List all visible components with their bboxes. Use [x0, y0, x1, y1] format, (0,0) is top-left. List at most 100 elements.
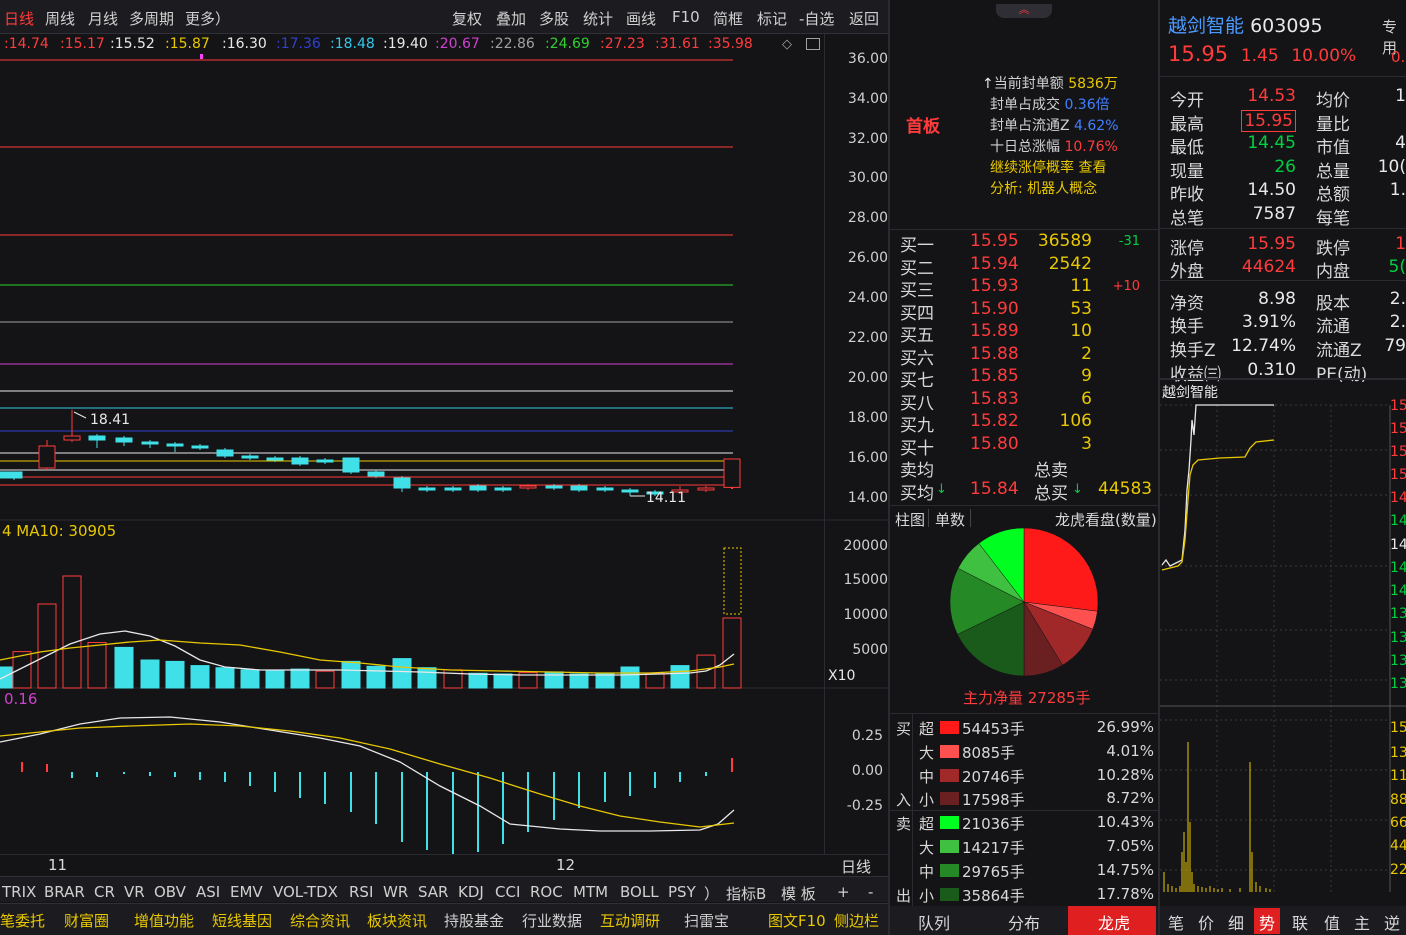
- tool-stats[interactable]: 统计: [583, 8, 613, 29]
- tool-draw[interactable]: 画线: [626, 8, 656, 29]
- indicator-tab[interactable]: OBV: [154, 883, 186, 901]
- tool-multi-stock[interactable]: 多股: [539, 8, 569, 29]
- tab-value[interactable]: 值: [1324, 910, 1340, 934]
- limit-info-row[interactable]: 继续涨停概率 查看: [982, 158, 1152, 179]
- tool-back[interactable]: 返回: [849, 8, 879, 29]
- tab-reverse[interactable]: 逆: [1384, 910, 1400, 934]
- tab-dragon[interactable]: 龙虎: [1098, 910, 1130, 934]
- bottom-tab[interactable]: 财富圈: [64, 910, 109, 931]
- tool-mark[interactable]: 标记: [757, 8, 787, 29]
- bottom-tab[interactable]: 增值功能: [134, 910, 194, 931]
- tab-multi-period[interactable]: 多周期: [129, 8, 174, 29]
- tab-dragon-tiger[interactable]: 龙虎看盘(数量): [1055, 509, 1157, 530]
- quote-row: 换手 3.91% 流通 2.: [1170, 312, 1406, 338]
- intraday-chart[interactable]: [1160, 380, 1406, 906]
- tab-detail[interactable]: 细: [1228, 910, 1244, 934]
- tool-watchlist[interactable]: -自选: [799, 8, 834, 29]
- main-force-pie[interactable]: [946, 528, 1102, 678]
- indicator-bar: TRIX BRAR CR VR OBV ASI EMV VOL-TDX RSI …: [0, 876, 888, 904]
- intraday-volume-tick: 13: [1390, 745, 1406, 761]
- volume-bar: [493, 673, 513, 689]
- indicator-tab[interactable]: VR: [124, 883, 145, 901]
- bottom-tab[interactable]: 板块资讯: [367, 910, 427, 931]
- tab-distribution[interactable]: 分布: [1008, 910, 1040, 934]
- indicator-tab[interactable]: CR: [94, 883, 115, 901]
- bottom-tab[interactable]: 综合资讯: [290, 910, 350, 931]
- intraday-volume-tick: 15: [1390, 720, 1406, 736]
- tab-trades[interactable]: 笔: [1168, 910, 1184, 934]
- indicator-tab[interactable]: PSY: [668, 883, 696, 901]
- tab-price[interactable]: 价: [1198, 910, 1214, 934]
- candle-body: [444, 487, 462, 491]
- fund-flow-row: 大 8085手 4.01%: [919, 741, 1154, 762]
- remove-button[interactable]: -: [868, 883, 873, 901]
- bid-level-row[interactable]: 买九 15.82 106: [900, 411, 1150, 436]
- candle-body: [291, 457, 309, 465]
- tool-simple-frame[interactable]: 简框: [713, 8, 743, 29]
- bottom-tab[interactable]: 笔委托: [0, 910, 45, 931]
- bid-level-row[interactable]: 买一 15.95 36589 -31: [900, 231, 1150, 256]
- bid-level-row[interactable]: 买十 15.80 3: [900, 434, 1150, 459]
- tab-trend[interactable]: 势: [1259, 910, 1275, 934]
- indicator-tab[interactable]: BOLL: [620, 883, 659, 901]
- volume-bar: [645, 672, 665, 689]
- main-force-net: 主力净量 27285手: [963, 689, 1091, 707]
- limit-info-row[interactable]: 分析: 机器人概念: [982, 179, 1152, 200]
- limit-info-row: 封单占流通Z 4.62%: [990, 118, 1119, 134]
- tool-adjust[interactable]: 复权: [452, 8, 482, 29]
- tab-bar-chart[interactable]: 柱图: [895, 509, 925, 530]
- bid-level-row[interactable]: 买五 15.89 10: [900, 321, 1150, 346]
- candle-body: [519, 485, 537, 489]
- quote-row: 涨停 15.95 跌停 1: [1170, 233, 1406, 259]
- bid-level-row[interactable]: 买八 15.83 6: [900, 389, 1150, 414]
- tab-order-count[interactable]: 单数: [935, 509, 965, 530]
- macd-tick: -0.25: [846, 798, 883, 814]
- bid-level-row[interactable]: 买三 15.93 11 +10: [900, 276, 1150, 301]
- candle-body: [418, 487, 436, 491]
- pie-slice: [1023, 528, 1099, 612]
- bottom-tab[interactable]: 短线基因: [212, 910, 272, 931]
- tab-link[interactable]: 联: [1292, 910, 1308, 934]
- bottom-tab[interactable]: 侧边栏: [834, 910, 879, 931]
- bid-level-row[interactable]: 买七 15.85 9: [900, 366, 1150, 391]
- tab-weekly[interactable]: 周线: [45, 8, 75, 29]
- bottom-tab[interactable]: 扫雷宝: [684, 910, 729, 931]
- collapse-icon[interactable]: ︽: [996, 4, 1052, 18]
- indicator-b-button[interactable]: 指标B: [726, 883, 766, 904]
- indicator-tab[interactable]: BRAR: [44, 883, 85, 901]
- tab-queue[interactable]: 队列: [918, 910, 950, 934]
- bid-level-row[interactable]: 买六 15.88 2: [900, 344, 1150, 369]
- candle-body: [38, 445, 56, 469]
- add-button[interactable]: +: [837, 883, 850, 901]
- bid-level-row[interactable]: 买二 15.94 2542: [900, 254, 1150, 279]
- tab-daily[interactable]: 日线: [4, 8, 34, 29]
- indicator-tab[interactable]: CCI: [495, 883, 520, 901]
- bottom-tab[interactable]: 行业数据: [522, 910, 582, 931]
- indicator-more[interactable]: ）: [704, 883, 719, 904]
- stock-name[interactable]: 越剑智能: [1168, 15, 1244, 37]
- tool-f10[interactable]: F10: [672, 8, 700, 26]
- bottom-tab[interactable]: 互动调研: [600, 910, 660, 931]
- indicator-tab[interactable]: SAR: [418, 883, 448, 901]
- indicator-tab[interactable]: RSI: [349, 883, 373, 901]
- tab-main[interactable]: 主: [1354, 910, 1370, 934]
- tab-monthly[interactable]: 月线: [88, 8, 118, 29]
- volume-tick: 10000: [843, 607, 888, 623]
- intraday-price-tick: 15: [1390, 421, 1406, 437]
- template-button[interactable]: 模 板: [781, 883, 816, 904]
- indicator-tab[interactable]: MTM: [573, 883, 608, 901]
- kline-chart[interactable]: 18.41 14.11: [0, 34, 888, 854]
- indicator-tab[interactable]: ROC: [530, 883, 563, 901]
- bottom-tab[interactable]: 图文F10: [768, 910, 826, 931]
- bottom-tab[interactable]: 持股基金: [444, 910, 504, 931]
- indicator-tab[interactable]: TRIX: [2, 883, 36, 901]
- indicator-tab[interactable]: EMV: [230, 883, 263, 901]
- price-tick: 26.00: [847, 250, 888, 266]
- indicator-tab[interactable]: KDJ: [458, 883, 484, 901]
- bid-level-row[interactable]: 买四 15.90 53: [900, 299, 1150, 324]
- tab-more[interactable]: 更多）: [185, 8, 230, 29]
- tool-overlay[interactable]: 叠加: [496, 8, 526, 29]
- indicator-tab[interactable]: ASI: [196, 883, 220, 901]
- indicator-tab[interactable]: VOL-TDX: [273, 883, 338, 901]
- indicator-tab[interactable]: WR: [383, 883, 408, 901]
